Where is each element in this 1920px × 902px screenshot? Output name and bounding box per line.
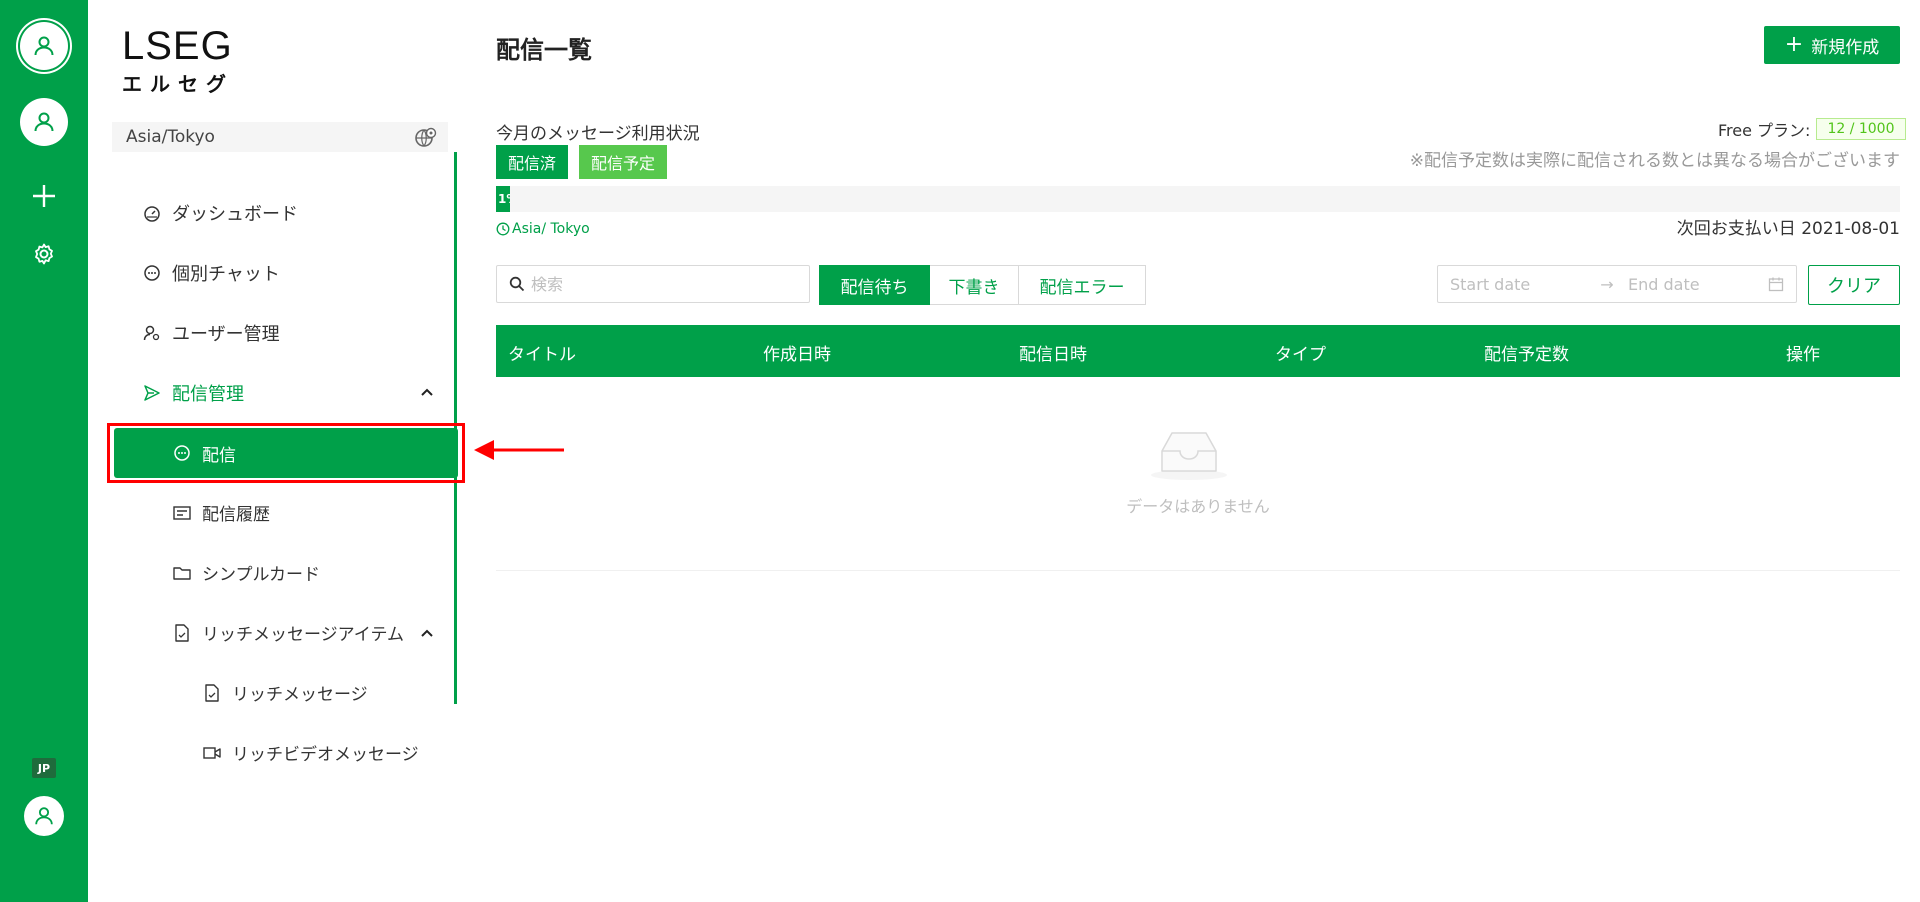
- new-create-button[interactable]: + 新規作成: [1764, 26, 1900, 64]
- usage-progress-bar: 1%: [496, 186, 1900, 212]
- column-header: 配信日時: [1019, 345, 1087, 365]
- nav-dashboard[interactable]: ダッシュボード: [142, 200, 298, 226]
- nav-chat[interactable]: 個別チャット: [142, 260, 280, 286]
- usage-progress-fill: 1%: [496, 186, 511, 212]
- user-manage-icon: [143, 325, 160, 341]
- account-avatar-button[interactable]: [20, 22, 68, 70]
- nav-rich-items[interactable]: リッチメッセージアイテム: [172, 620, 404, 645]
- column-header: 作成日時: [763, 345, 831, 365]
- arrow-right-icon: →: [1600, 274, 1614, 294]
- highlight-box: [107, 423, 465, 483]
- nav-simple-card[interactable]: シンプルカード: [172, 560, 320, 585]
- scheduled-tag: 配信予定: [579, 145, 668, 179]
- date-range-picker[interactable]: Start date → End date: [1437, 265, 1797, 303]
- table-header: タイトル 作成日時 配信日時 タイプ 配信予定数 操作: [496, 325, 1900, 377]
- nav-delivery-management-label: 配信管理: [172, 384, 244, 405]
- empty-inbox-icon: [1151, 432, 1227, 480]
- video-camera-icon: [203, 746, 221, 759]
- empty-text: データはありません: [1126, 497, 1270, 516]
- nav-rich-video-label: リッチビデオメッセージ: [232, 745, 419, 765]
- nav-rich-video[interactable]: リッチビデオメッセージ: [202, 740, 419, 765]
- globe-icon: [415, 127, 437, 147]
- file-icon: [175, 623, 189, 642]
- tab-error[interactable]: 配信エラー: [1019, 265, 1146, 305]
- end-date-input[interactable]: End date: [1628, 275, 1762, 294]
- chat-bubble-icon: [144, 265, 160, 281]
- page-title: 配信一覧: [496, 36, 592, 64]
- plan-info: Free プラン: 12 / 1000: [1718, 117, 1906, 141]
- user-icon: [34, 36, 54, 56]
- nav-rich-items-label: リッチメッセージアイテム: [202, 625, 404, 645]
- timezone-selector[interactable]: Asia/Tokyo: [112, 122, 448, 152]
- folder-icon: [173, 566, 191, 580]
- nav-history-label: 配信履歴: [202, 505, 270, 525]
- list-icon: [173, 505, 191, 520]
- usage-label: 今月のメッセージ利用状況: [496, 124, 700, 144]
- dashboard-icon: [144, 206, 160, 222]
- settings-button[interactable]: [26, 236, 62, 272]
- nav-dashboard-label: ダッシュボード: [172, 204, 298, 225]
- search-box[interactable]: [496, 265, 810, 303]
- next-payment-date: 次回お支払い日 2021-08-01: [1676, 219, 1900, 239]
- left-rail: JP: [0, 0, 88, 902]
- usage-timezone: Asia/ Tokyo: [496, 221, 590, 237]
- logo-text: LSEG: [122, 24, 233, 68]
- clock-icon: [496, 222, 510, 236]
- nav-simple-card-label: シンプルカード: [202, 565, 320, 585]
- chevron-up-icon[interactable]: [420, 627, 434, 639]
- new-create-label: 新規作成: [1811, 37, 1880, 58]
- scheduled-notice: ※配信予定数は実際に配信される数とは異なる場合がございます: [1409, 151, 1900, 171]
- tab-waiting[interactable]: 配信待ち: [819, 265, 930, 305]
- table-empty-state: データはありません: [496, 377, 1900, 571]
- user-icon: [34, 112, 54, 132]
- file-icon: [205, 683, 219, 702]
- search-icon: [509, 276, 525, 292]
- plus-icon: [33, 185, 55, 207]
- column-header: タイプ: [1275, 345, 1326, 365]
- user-icon: [35, 807, 53, 825]
- profile-avatar-button[interactable]: [24, 796, 64, 836]
- language-badge[interactable]: JP: [32, 758, 56, 778]
- plus-icon: +: [1784, 32, 1804, 57]
- clear-button[interactable]: クリア: [1808, 265, 1900, 305]
- plan-label: Free プラン:: [1718, 121, 1811, 140]
- nav-delivery-management[interactable]: 配信管理: [142, 380, 244, 406]
- tab-draft[interactable]: 下書き: [930, 265, 1019, 305]
- nav-rich-message[interactable]: リッチメッセージ: [202, 680, 368, 705]
- search-input[interactable]: [531, 274, 791, 294]
- add-channel-button[interactable]: [26, 178, 62, 214]
- chevron-up-icon[interactable]: [420, 386, 434, 398]
- logo-subtext: エルセグ: [122, 72, 234, 96]
- sent-tag: 配信済: [496, 145, 569, 179]
- column-header: タイトル: [508, 345, 576, 365]
- nav-chat-label: 個別チャット: [172, 264, 280, 285]
- nav-users-label: ユーザー管理: [172, 324, 280, 345]
- logo: LSEG エルセグ: [122, 26, 234, 97]
- timezone-label: Asia/Tokyo: [126, 127, 215, 147]
- usage-timezone-label: Asia/ Tokyo: [512, 221, 590, 237]
- channel-avatar-button[interactable]: [20, 98, 68, 146]
- calendar-icon: [1768, 277, 1784, 292]
- start-date-input[interactable]: Start date: [1450, 275, 1590, 294]
- gear-icon: [35, 243, 53, 265]
- status-tabs: 配信待ち 下書き 配信エラー: [819, 265, 1146, 305]
- nav-history[interactable]: 配信履歴: [172, 500, 270, 525]
- plan-count-badge: 12 / 1000: [1816, 118, 1906, 140]
- column-header: 配信予定数: [1484, 345, 1569, 365]
- send-icon: [144, 385, 160, 401]
- column-header: 操作: [1786, 345, 1820, 365]
- nav-users[interactable]: ユーザー管理: [142, 320, 280, 346]
- nav-rich-message-label: リッチメッセージ: [232, 685, 368, 705]
